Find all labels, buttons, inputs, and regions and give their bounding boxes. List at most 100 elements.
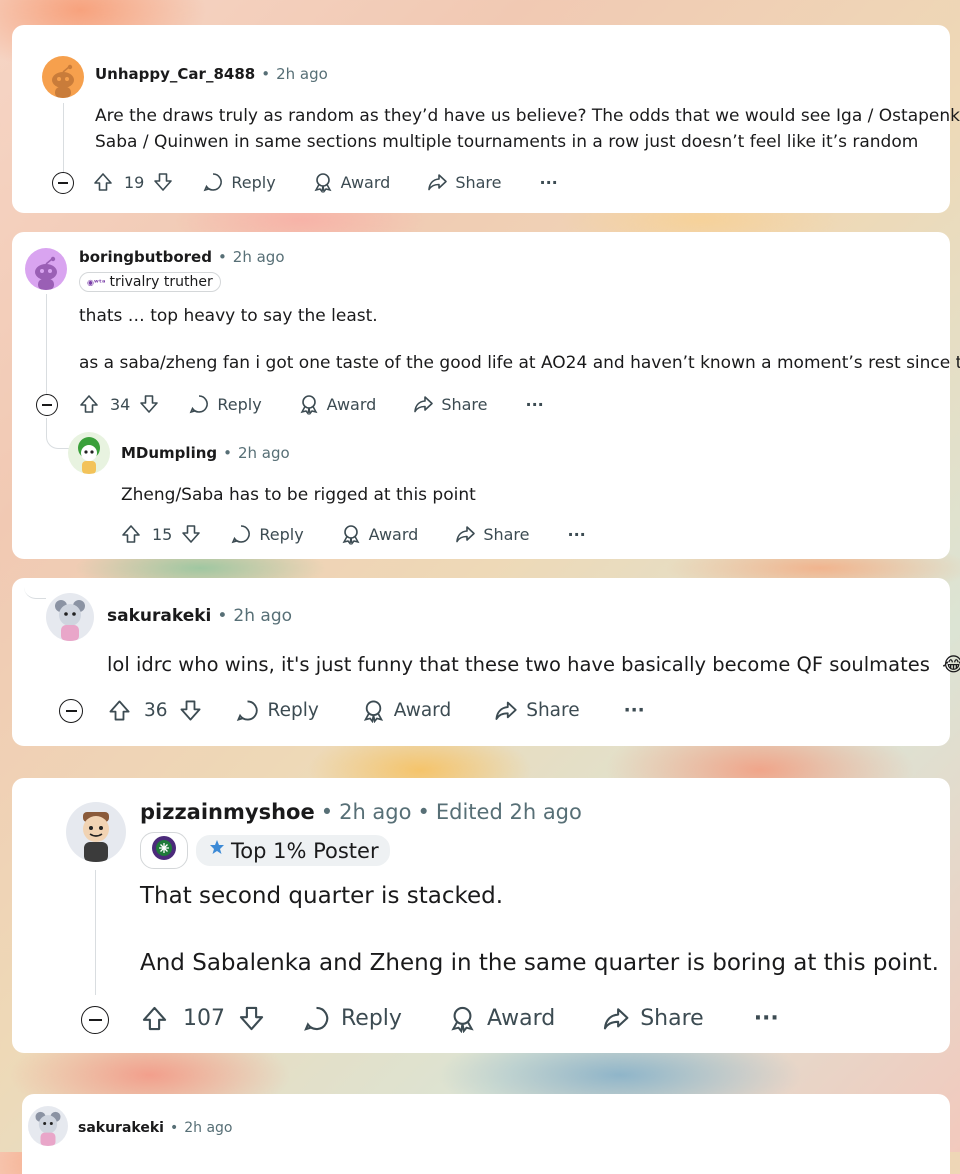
- reply-button[interactable]: Reply: [202, 171, 276, 193]
- comment-line: Zheng/Saba has to be rigged at this poin…: [121, 485, 476, 505]
- upvote-icon[interactable]: [140, 1004, 169, 1033]
- comment-line: That second quarter is stacked.: [140, 883, 504, 909]
- award-button[interactable]: Award: [298, 393, 376, 415]
- vote-count: 15: [152, 524, 173, 544]
- username[interactable]: pizzainmyshoe: [140, 800, 315, 824]
- avatar[interactable]: [28, 1106, 68, 1146]
- reply-label: Reply: [259, 524, 304, 544]
- reply-label: Reply: [267, 700, 319, 721]
- share-label: Share: [640, 1006, 704, 1031]
- share-button[interactable]: Share: [412, 393, 487, 415]
- comment-icon: [188, 393, 210, 415]
- comment-line: as a saba/zheng fan i got one taste of t…: [79, 352, 960, 373]
- comment-body: lol idrc who wins, it's just funny that …: [107, 650, 960, 680]
- timestamp[interactable]: 2h ago: [238, 444, 290, 462]
- vote-count: 34: [110, 394, 131, 414]
- downvote-icon[interactable]: [138, 393, 160, 415]
- comment-icon: [235, 698, 260, 723]
- comment-card: sakurakeki • 2h ago lol idrc who wins, i…: [12, 578, 960, 746]
- comment-card: boringbutbored • 2h ago ◉ʷᵗᵃ trivalry tr…: [12, 232, 960, 559]
- more-options-icon[interactable]: ···: [624, 700, 645, 721]
- timestamp[interactable]: 2h ago: [184, 1120, 232, 1136]
- separator-dot: •: [261, 65, 271, 83]
- share-label: Share: [441, 394, 488, 414]
- share-button[interactable]: Share: [493, 698, 580, 723]
- share-button[interactable]: Share: [426, 171, 501, 193]
- timestamp[interactable]: 2h ago: [276, 65, 328, 83]
- share-button[interactable]: Share: [454, 523, 529, 545]
- vote-count: 36: [144, 700, 168, 721]
- award-button[interactable]: Award: [361, 698, 451, 723]
- share-icon: [454, 523, 476, 545]
- avatar[interactable]: [25, 248, 67, 290]
- downvote-icon[interactable]: [180, 523, 202, 545]
- username[interactable]: MDumpling: [121, 444, 217, 462]
- upvote-icon[interactable]: [78, 393, 100, 415]
- avatar[interactable]: [46, 593, 94, 641]
- award-icon: [312, 171, 334, 193]
- reply-label: Reply: [341, 1006, 402, 1031]
- separator-dot: •: [417, 800, 430, 824]
- downvote-icon[interactable]: [237, 1004, 266, 1033]
- downvote-icon[interactable]: [152, 171, 174, 193]
- upvote-icon[interactable]: [107, 698, 132, 723]
- award-icon: [361, 698, 386, 723]
- user-flair: ◉ʷᵗᵃ trivalry truther: [79, 272, 221, 292]
- share-label: Share: [526, 700, 580, 721]
- award-label: Award: [340, 172, 391, 192]
- comment-body: That second quarter is stacked. And Saba…: [140, 880, 939, 981]
- collapse-button[interactable]: [81, 1006, 109, 1034]
- comment-icon: [202, 171, 224, 193]
- comment-line: And Sabalenka and Zheng in the same quar…: [140, 950, 939, 977]
- thread-line: [95, 870, 96, 995]
- reply-label: Reply: [217, 394, 262, 414]
- more-options-icon[interactable]: ···: [525, 395, 543, 414]
- thread-line: [63, 103, 64, 179]
- username[interactable]: boringbutbored: [79, 248, 212, 266]
- share-icon: [493, 698, 518, 723]
- reply-button[interactable]: Reply: [235, 698, 319, 723]
- collapse-button[interactable]: [36, 394, 58, 416]
- avatar[interactable]: [66, 802, 126, 862]
- vote-count: 107: [183, 1006, 225, 1031]
- share-label: Share: [483, 524, 530, 544]
- upvote-icon[interactable]: [120, 523, 142, 545]
- award-button[interactable]: Award: [448, 1004, 555, 1033]
- award-label: Award: [368, 524, 419, 544]
- edited-label: Edited 2h ago: [435, 800, 582, 824]
- downvote-icon[interactable]: [178, 698, 203, 723]
- flair-label: Top 1% Poster: [231, 838, 379, 863]
- avatar[interactable]: [42, 56, 84, 98]
- award-icon: [448, 1004, 477, 1033]
- reply-button[interactable]: Reply: [188, 393, 262, 415]
- separator-dot: •: [217, 606, 228, 626]
- username[interactable]: Unhappy_Car_8488: [95, 65, 255, 83]
- comment-body: Zheng/Saba has to be rigged at this poin…: [121, 482, 476, 508]
- reply-label: Reply: [231, 172, 276, 192]
- share-button[interactable]: Share: [601, 1004, 704, 1033]
- wta-logo-icon: ◉ʷᵗᵃ: [87, 277, 106, 287]
- upvote-icon[interactable]: [92, 171, 114, 193]
- timestamp[interactable]: 2h ago: [233, 606, 292, 626]
- share-icon: [601, 1004, 630, 1033]
- thread-line: [46, 294, 47, 394]
- award-button[interactable]: Award: [312, 171, 391, 193]
- more-options-icon[interactable]: ···: [567, 525, 585, 544]
- award-button[interactable]: Award: [340, 523, 419, 545]
- share-icon: [412, 393, 434, 415]
- timestamp[interactable]: 2h ago: [339, 800, 411, 824]
- comment-card: Unhappy_Car_8488 • 2h ago Are the draws …: [12, 25, 960, 213]
- reply-button[interactable]: Reply: [230, 523, 304, 545]
- username[interactable]: sakurakeki: [107, 606, 211, 626]
- collapse-button[interactable]: [59, 699, 83, 723]
- separator-dot: •: [223, 444, 232, 462]
- username[interactable]: sakurakeki: [78, 1120, 164, 1136]
- avatar[interactable]: [68, 432, 110, 474]
- timestamp[interactable]: 2h ago: [233, 248, 285, 266]
- award-icon: [340, 523, 362, 545]
- vote-count: 19: [124, 172, 145, 192]
- more-options-icon[interactable]: ···: [539, 173, 557, 192]
- more-options-icon[interactable]: ···: [754, 1006, 779, 1031]
- collapse-button[interactable]: [52, 172, 74, 194]
- reply-button[interactable]: Reply: [302, 1004, 402, 1033]
